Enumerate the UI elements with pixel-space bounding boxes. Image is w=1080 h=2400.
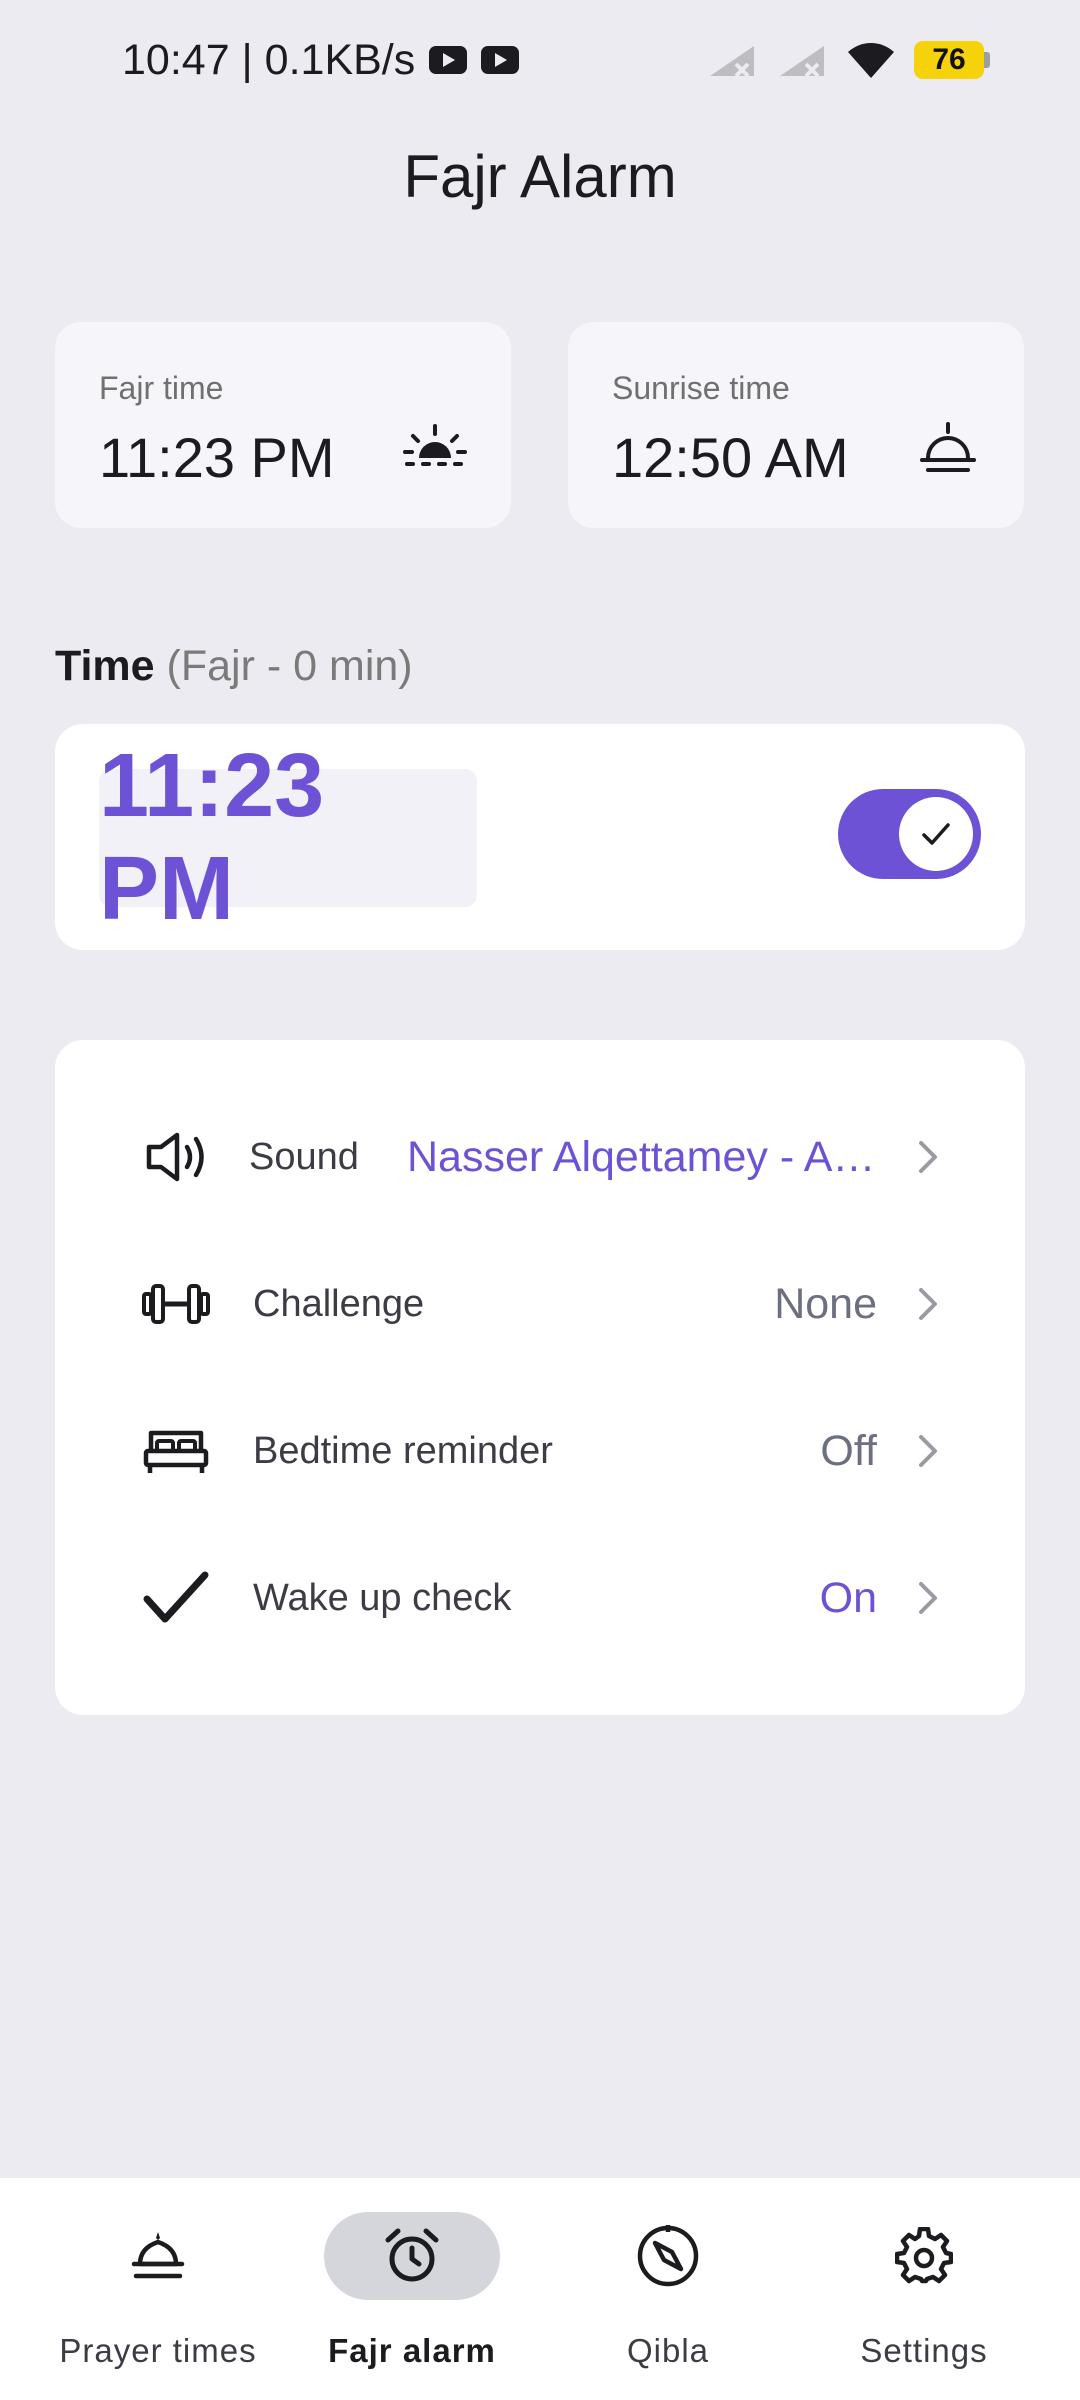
alarm-settings-card: Sound Nasser Alqettamey - Azan Challenge… [55,1040,1025,1715]
signal-icon [780,46,824,78]
bed-icon [141,1416,211,1486]
setting-row-sound[interactable]: Sound Nasser Alqettamey - Azan [55,1102,1025,1212]
setting-label-wake-up-check: Wake up check [253,1576,512,1619]
setting-row-wake-up-check[interactable]: Wake up check On [55,1543,1025,1653]
status-left: 10:47 | 0.1KB/s [122,35,520,85]
nav-item-settings[interactable]: Settings [800,2178,1048,2400]
battery-indicator: 76 [914,41,990,79]
youtube-notification-icon [429,46,468,74]
chevron-right-icon [919,1435,937,1467]
nav-label-settings: Settings [860,2332,988,2369]
signal-icon [710,46,754,78]
chevron-right-icon [919,1582,937,1614]
speaker-icon [141,1122,211,1192]
fajr-time-card: Fajr time 11:23 PM [55,322,511,528]
nav-label-fajr-alarm: Fajr alarm [328,2332,496,2369]
setting-value-wake-up-check: On [819,1573,877,1622]
sunrise-time-label: Sunrise time [612,370,790,406]
compass-icon [637,2225,699,2287]
nav-pill-prayer-times [70,2212,246,2300]
chevron-right-icon [919,1288,937,1320]
alarm-clock-icon [385,2228,439,2282]
dumbbell-icon [141,1269,211,1339]
wifi-icon [848,43,894,78]
page-title: Fajr Alarm [403,143,677,210]
setting-label-sound: Sound [249,1135,359,1178]
battery-tip [984,52,990,68]
nav-pill-qibla [580,2212,756,2300]
youtube-notification-icon [481,46,520,74]
time-label: Time [55,642,155,690]
sunrise-time-card: Sunrise time 12:50 AM [568,322,1024,528]
nav-item-prayer-times[interactable]: Prayer times [20,2178,296,2400]
fajr-time-label: Fajr time [99,370,224,406]
status-time: 10:47 | 0.1KB/s [122,35,416,84]
battery-level: 76 [914,41,984,79]
setting-value-bedtime-reminder: Off [820,1426,877,1475]
nav-label-prayer-times: Prayer times [59,2332,257,2369]
nav-label-qibla: Qibla [626,2332,710,2369]
toggle-knob [899,797,973,871]
setting-row-challenge[interactable]: Challenge None [55,1249,1025,1359]
bottom-navigation: Prayer times Fajr alarm Qibla Settings [0,2178,1080,2400]
setting-row-bedtime-reminder[interactable]: Bedtime reminder Off [55,1396,1025,1506]
checkmark-icon [141,1563,211,1633]
setting-label-bedtime-reminder: Bedtime reminder [253,1429,553,1472]
chevron-right-icon [919,1141,937,1173]
sunrise-icon [403,424,467,466]
time-section-label: Time (Fajr - 0 min) [55,642,413,691]
nav-pill-fajr-alarm [324,2212,500,2300]
setting-value-challenge: None [774,1279,877,1328]
setting-label-challenge: Challenge [253,1282,425,1325]
mosque-icon [131,2232,185,2279]
check-icon [922,823,950,845]
nav-item-fajr-alarm[interactable]: Fajr alarm [292,2178,532,2400]
alarm-time-card: 11:23 PM [55,724,1025,950]
nav-item-qibla[interactable]: Qibla [560,2178,776,2400]
gear-icon [895,2227,953,2284]
time-offset-label: (Fajr - 0 min) [166,642,413,690]
setting-value-sound: Nasser Alqettamey - Azan [407,1132,877,1181]
status-right: 76 [706,40,990,80]
sunrise-horizon-icon [920,422,976,472]
nav-pill-settings [836,2212,1012,2300]
status-bar: 10:47 | 0.1KB/s 76 [0,0,1080,120]
alarm-enable-toggle[interactable] [838,789,981,879]
alarm-time-button[interactable]: 11:23 PM [99,736,477,939]
